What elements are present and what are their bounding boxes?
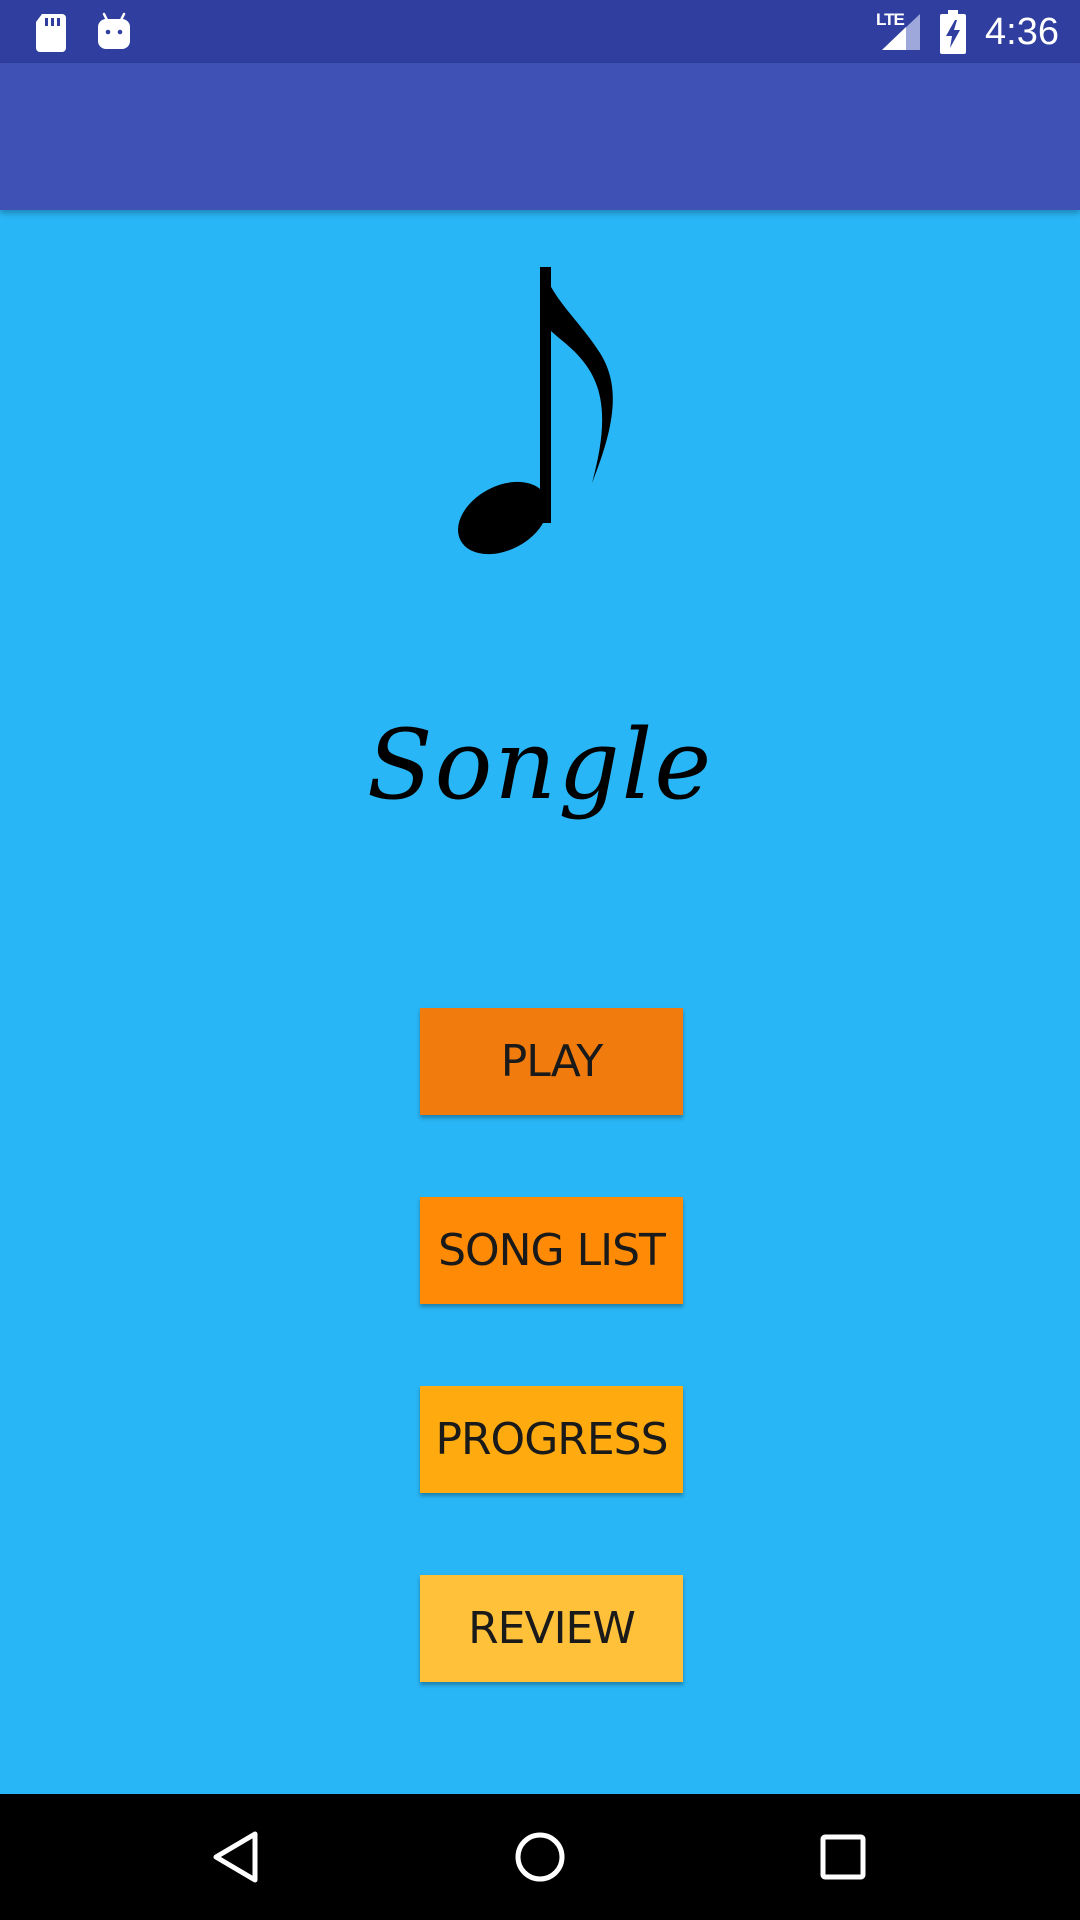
status-clock: 4:36 bbox=[985, 11, 1059, 53]
system-navigation-bar bbox=[0, 1794, 1080, 1920]
song-list-button[interactable]: SONG LIST bbox=[420, 1197, 683, 1304]
sd-card-icon bbox=[36, 14, 66, 52]
play-button[interactable]: PLAY bbox=[420, 1008, 683, 1115]
status-bar: LTE 4:36 bbox=[0, 0, 1080, 63]
android-icon bbox=[98, 12, 130, 49]
app-toolbar bbox=[0, 63, 1080, 210]
review-button[interactable]: REVIEW bbox=[420, 1575, 683, 1682]
progress-button[interactable]: PROGRESS bbox=[420, 1386, 683, 1493]
home-icon[interactable] bbox=[505, 1822, 575, 1892]
back-icon[interactable] bbox=[202, 1822, 272, 1892]
music-note-icon bbox=[458, 267, 613, 555]
songle-main-screen: LTE 4:36 Songle PLAY SONG LIST PROGRESS … bbox=[0, 0, 1080, 1920]
app-title: Songle bbox=[366, 709, 714, 821]
signal-icon bbox=[882, 14, 920, 50]
battery-charging-icon bbox=[940, 10, 966, 54]
recents-icon[interactable] bbox=[808, 1822, 878, 1892]
